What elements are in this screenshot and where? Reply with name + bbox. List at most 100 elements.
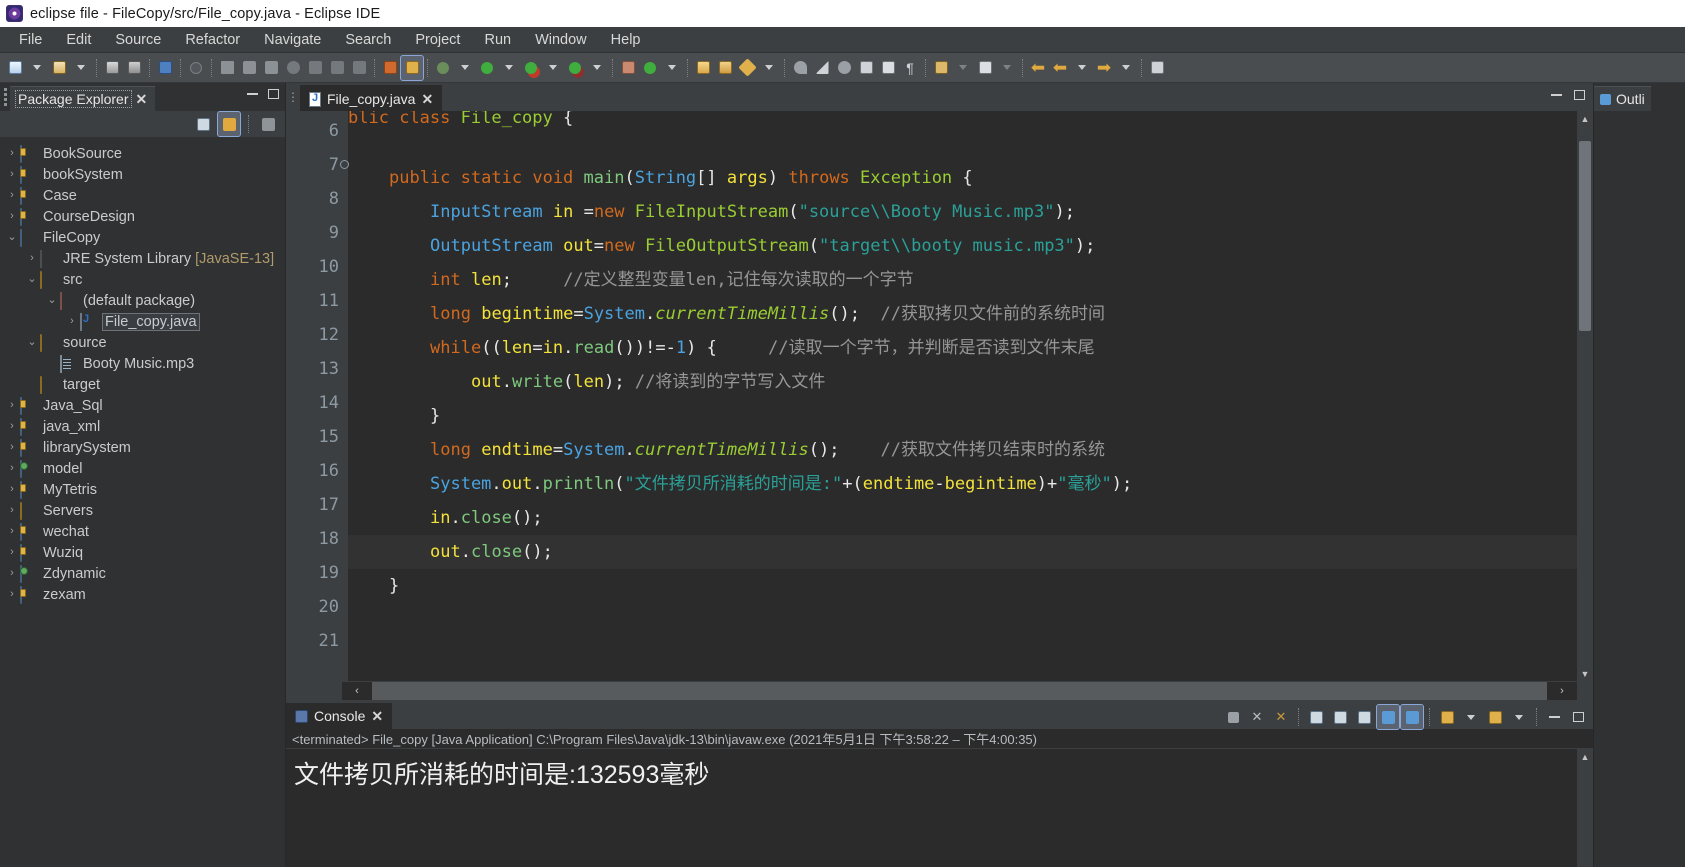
code-line[interactable]: }	[348, 399, 1577, 433]
chevron-right-icon[interactable]: ›	[4, 463, 20, 474]
pencil-icon[interactable]	[736, 56, 758, 80]
tree-item-model[interactable]: › model	[0, 458, 285, 479]
tree-item-wuziq[interactable]: › Wuziq	[0, 542, 285, 563]
next-edit-dropdown-icon[interactable]	[996, 56, 1018, 80]
show-console-on-output-icon[interactable]	[1353, 705, 1375, 729]
code-line[interactable]: long begintime=System.currentTimeMillis(…	[348, 297, 1577, 331]
scroll-down-icon[interactable]: ▼	[1577, 666, 1593, 681]
minimize-icon[interactable]	[1543, 705, 1565, 729]
code-line[interactable]: System.out.println("文件拷贝所消耗的时间是:"+(endti…	[348, 467, 1577, 501]
code-line[interactable]: out.close();	[348, 535, 1577, 569]
chevron-right-icon[interactable]: ›	[4, 169, 20, 180]
chevron-right-icon[interactable]: ›	[4, 211, 20, 222]
open-console-dropdown-icon[interactable]	[1460, 705, 1482, 729]
step-over-icon[interactable]	[326, 56, 348, 80]
debug-icon[interactable]	[432, 56, 454, 80]
run-last-tool-icon[interactable]	[520, 56, 542, 80]
new-java-project-dropdown-icon[interactable]	[70, 56, 92, 80]
new-annotation-icon[interactable]	[639, 56, 661, 80]
new-package-icon[interactable]	[617, 56, 639, 80]
code-line[interactable]: in.close();	[348, 501, 1577, 535]
pin-console-icon[interactable]	[1376, 704, 1400, 730]
link-with-editor-icon[interactable]	[217, 111, 241, 137]
maximize-icon[interactable]	[1567, 705, 1589, 729]
chevron-down-icon[interactable]: ⌄	[24, 337, 40, 348]
menu-file[interactable]: File	[8, 29, 53, 51]
menu-window[interactable]: Window	[524, 29, 598, 51]
menu-edit[interactable]: Edit	[55, 29, 102, 51]
chevron-right-icon[interactable]: ›	[4, 589, 20, 600]
tree-item-java-sql[interactable]: › Java_Sql	[0, 395, 285, 416]
code-line[interactable]: out.write(len); //将读到的字节写入文件	[348, 365, 1577, 399]
back-dropdown-icon[interactable]	[1071, 56, 1093, 80]
tree-item-booty-music-mp3[interactable]: Booty Music.mp3	[0, 353, 285, 374]
tree-item-target[interactable]: target	[0, 374, 285, 395]
forward-arrow-icon[interactable]: ➡	[1093, 56, 1115, 80]
tree-item-filecopy[interactable]: ⌄ FileCopy	[0, 227, 285, 248]
tree-item-mytetris[interactable]: › MyTetris	[0, 479, 285, 500]
menu-search[interactable]: Search	[334, 29, 402, 51]
next-annotation-icon[interactable]	[855, 56, 877, 80]
menu-navigate[interactable]: Navigate	[253, 29, 332, 51]
pencil-dropdown-icon[interactable]	[758, 56, 780, 80]
tree-item-booksystem[interactable]: › bookSystem	[0, 164, 285, 185]
chevron-right-icon[interactable]: ›	[4, 547, 20, 558]
editor-scroll-thumb[interactable]	[1579, 141, 1591, 331]
coverage-dropdown-icon[interactable]	[586, 56, 608, 80]
new-java-class-icon[interactable]	[154, 56, 176, 80]
chevron-right-icon[interactable]: ›	[4, 148, 20, 159]
forward-icon[interactable]: ⬅	[1049, 56, 1071, 80]
maximize-icon[interactable]	[268, 89, 279, 99]
code-line[interactable]	[348, 603, 1577, 637]
view-drag-handle[interactable]	[4, 88, 7, 106]
code-line[interactable]: while((len=in.read())!=-1) { //读取一个字节，并判…	[348, 331, 1577, 365]
tree-item-booksource[interactable]: › BookSource	[0, 143, 285, 164]
chevron-right-icon[interactable]: ›	[4, 400, 20, 411]
toggle-mark-occurrences-icon[interactable]	[833, 56, 855, 80]
tree-item-case[interactable]: › Case	[0, 185, 285, 206]
chevron-right-icon[interactable]: ›	[4, 421, 20, 432]
minimize-icon[interactable]	[1551, 94, 1562, 96]
open-type-icon[interactable]	[379, 56, 401, 80]
terminate-icon[interactable]	[1222, 705, 1244, 729]
menu-run[interactable]: Run	[473, 29, 522, 51]
code-line[interactable]: OutputStream out=new FileOutputStream("t…	[348, 229, 1577, 263]
remove-launch-icon[interactable]: ✕	[1246, 705, 1268, 729]
tree-item-wechat[interactable]: › wechat	[0, 521, 285, 542]
search-reference-icon[interactable]	[789, 56, 811, 80]
tree-item-jre-system-library[interactable]: › JRE System Library [JavaSE-13]	[0, 248, 285, 269]
close-project-icon[interactable]	[714, 56, 736, 80]
tree-item-librarysystem[interactable]: › librarySystem	[0, 437, 285, 458]
scroll-left-icon[interactable]: ‹	[342, 682, 372, 700]
tree-item-src[interactable]: ⌄ src	[0, 269, 285, 290]
open-console-icon[interactable]	[1436, 705, 1458, 729]
tab-file-copy-java[interactable]: File_copy.java ✕	[300, 85, 443, 111]
coverage-icon[interactable]	[564, 56, 586, 80]
editor-drag-handle[interactable]: ⋮	[286, 83, 300, 111]
code-line[interactable]: public static void main(String[] args) t…	[348, 161, 1577, 195]
scroll-lock-icon[interactable]	[1329, 705, 1351, 729]
console-output[interactable]: 文件拷贝所消耗的时间是:132593毫秒 ▲ ▼ https://blog.cs…	[286, 749, 1593, 867]
save-icon[interactable]	[101, 56, 123, 80]
minimize-icon[interactable]	[247, 93, 258, 95]
close-icon[interactable]: ✕	[421, 92, 433, 106]
scroll-right-icon[interactable]: ›	[1547, 682, 1577, 700]
tab-console[interactable]: Console ✕	[286, 703, 393, 729]
run-last-tool-dropdown-icon[interactable]	[542, 56, 564, 80]
new-wizard-dropdown-icon[interactable]	[26, 56, 48, 80]
run-icon[interactable]	[476, 56, 498, 80]
project-tree[interactable]: › BookSource › bookSystem › Case › CourseDesign…	[0, 137, 285, 867]
tree-item-file-copy-java[interactable]: › File_copy.java	[0, 311, 285, 332]
back-icon[interactable]: ⬅	[1027, 56, 1049, 80]
tree-item-source[interactable]: ⌄ source	[0, 332, 285, 353]
chevron-right-icon[interactable]: ›	[24, 253, 40, 264]
disconnect-icon[interactable]	[282, 56, 304, 80]
tree-item-zexam[interactable]: › zexam	[0, 584, 285, 605]
console-vertical-scrollbar[interactable]: ▲ ▼	[1577, 749, 1593, 867]
chevron-right-icon[interactable]: ›	[4, 505, 20, 516]
chevron-down-icon[interactable]: ⌄	[44, 295, 60, 306]
code-line[interactable]: long endtime=System.currentTimeMillis();…	[348, 433, 1577, 467]
chevron-down-icon[interactable]: ⌄	[24, 274, 40, 285]
chevron-right-icon[interactable]: ›	[4, 568, 20, 579]
pause-icon[interactable]	[238, 56, 260, 80]
